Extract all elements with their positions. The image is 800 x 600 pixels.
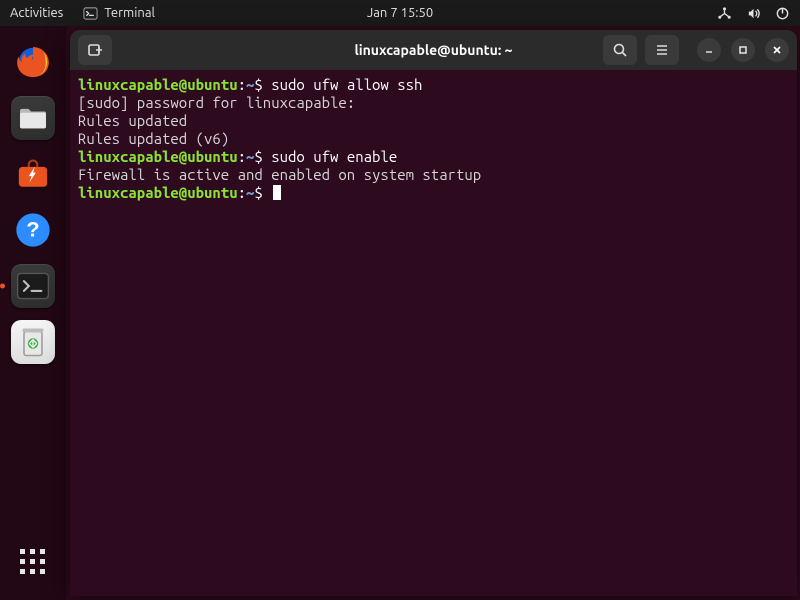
- terminal-mini-icon: [83, 6, 98, 21]
- maximize-button[interactable]: [731, 38, 755, 62]
- clock[interactable]: Jan 7 15:50: [367, 6, 433, 20]
- volume-icon[interactable]: [746, 6, 761, 21]
- active-app-name: Terminal: [104, 6, 155, 20]
- trash-icon: [18, 324, 48, 360]
- topbar: Activities Terminal Jan 7 15:50: [0, 0, 800, 26]
- search-button[interactable]: [603, 35, 637, 65]
- maximize-icon: [738, 45, 748, 55]
- dock-terminal[interactable]: [11, 264, 55, 308]
- dock-help[interactable]: ?: [11, 208, 55, 252]
- firefox-icon: [14, 43, 52, 81]
- close-button[interactable]: [765, 38, 789, 62]
- activities-button[interactable]: Activities: [10, 6, 63, 20]
- terminal-cursor: [273, 185, 281, 200]
- window-title: linuxcapable@ubuntu: ~: [354, 42, 512, 58]
- help-icon: ?: [13, 210, 53, 250]
- search-icon: [612, 42, 628, 58]
- terminal-window: linuxcapable@ubuntu: ~ linuxcapable@ubun…: [70, 30, 797, 596]
- terminal-prompt-line: linuxcapable@ubuntu:~$: [78, 184, 789, 202]
- close-icon: [772, 45, 782, 55]
- new-tab-icon: [87, 42, 103, 58]
- svg-text:?: ?: [26, 217, 39, 242]
- terminal-output-line: [sudo] password for linuxcapable:: [78, 94, 789, 112]
- terminal-prompt-line: linuxcapable@ubuntu:~$ sudo ufw allow ss…: [78, 76, 789, 94]
- show-applications-button[interactable]: [11, 540, 55, 584]
- titlebar[interactable]: linuxcapable@ubuntu: ~: [70, 30, 797, 70]
- terminal-prompt-line: linuxcapable@ubuntu:~$ sudo ufw enable: [78, 148, 789, 166]
- menu-button[interactable]: [645, 35, 679, 65]
- active-app-indicator[interactable]: Terminal: [83, 6, 155, 21]
- terminal-output-area[interactable]: linuxcapable@ubuntu:~$ sudo ufw allow ss…: [70, 70, 797, 596]
- dock-ubuntu-software[interactable]: [11, 152, 55, 196]
- minimize-button[interactable]: [697, 38, 721, 62]
- network-icon[interactable]: [717, 6, 732, 21]
- apps-grid-icon: [18, 547, 48, 577]
- files-icon: [17, 105, 49, 131]
- dock-trash[interactable]: [11, 320, 55, 364]
- terminal-output-line: Rules updated: [78, 112, 789, 130]
- dock-firefox[interactable]: [11, 40, 55, 84]
- terminal-output-line: Rules updated (v6): [78, 130, 789, 148]
- minimize-icon: [704, 45, 714, 55]
- ubuntu-software-icon: [16, 158, 50, 190]
- power-icon[interactable]: [775, 6, 790, 21]
- dock-files[interactable]: [11, 96, 55, 140]
- hamburger-icon: [654, 42, 670, 58]
- new-tab-button[interactable]: [78, 35, 112, 65]
- dock: ?: [0, 26, 66, 600]
- terminal-output-line: Firewall is active and enabled on system…: [78, 166, 789, 184]
- terminal-icon: [16, 272, 50, 300]
